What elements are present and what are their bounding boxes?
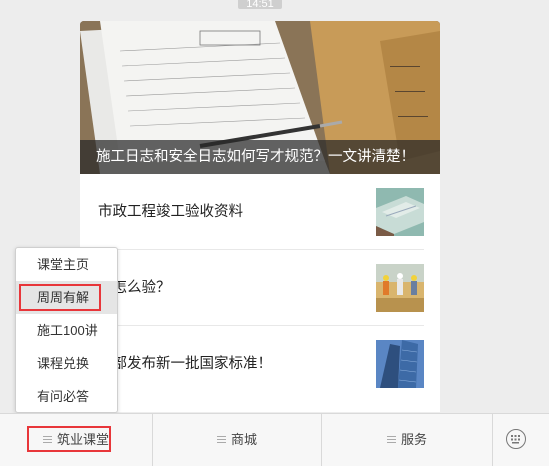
menu-item-label: 有问必答 bbox=[37, 389, 90, 404]
time-badge: 14:51 bbox=[238, 0, 282, 9]
highlight-box bbox=[19, 284, 101, 311]
tab-mall[interactable]: 商城 bbox=[153, 414, 321, 466]
divider bbox=[492, 414, 493, 466]
tab-label: 商城 bbox=[230, 432, 257, 447]
list-item[interactable]: 市政工程竣工验收资料 bbox=[96, 174, 424, 250]
bottom-menu-bar: 筑业课堂 商城 服务 bbox=[0, 413, 549, 466]
list-item-title: 市政工程竣工验收资料 bbox=[98, 204, 243, 220]
highlight-box bbox=[27, 426, 111, 452]
skyscraper-image bbox=[376, 340, 424, 388]
menu-lines-icon bbox=[386, 436, 396, 444]
menu-lines-icon bbox=[216, 436, 226, 444]
menu-item-100-lectures[interactable]: 施工100讲 bbox=[16, 314, 117, 347]
workers-site-image bbox=[376, 264, 424, 312]
list-item-title: 建部发布新一批国家标准！ bbox=[98, 356, 272, 372]
hero-title: 施工日志和安全日志如何写才规范？一文讲清楚！ bbox=[80, 140, 440, 174]
classroom-menu-popup: 课堂主页 周周有解 施工100讲 课程兑换 有问必答 bbox=[15, 247, 118, 413]
keyboard-icon[interactable] bbox=[506, 429, 526, 449]
menu-item-home[interactable]: 课堂主页 bbox=[16, 248, 117, 281]
menu-item-qa[interactable]: 有问必答 bbox=[16, 380, 117, 413]
construction-blocks-image bbox=[376, 188, 424, 236]
tab-service[interactable]: 服务 bbox=[322, 414, 492, 466]
article-card: 施工日志和安全日志如何写才规范？一文讲清楚！ 市政工程竣工验收资料 槽怎么验？ bbox=[80, 21, 440, 412]
tab-label: 服务 bbox=[400, 432, 427, 447]
hero-article[interactable]: 施工日志和安全日志如何写才规范？一文讲清楚！ bbox=[80, 21, 440, 174]
list-item[interactable]: 槽怎么验？ bbox=[96, 250, 424, 326]
menu-item-label: 课堂主页 bbox=[37, 257, 90, 272]
menu-item-label: 施工100讲 bbox=[37, 323, 98, 338]
menu-item-redeem[interactable]: 课程兑换 bbox=[16, 347, 117, 380]
list-item[interactable]: 建部发布新一批国家标准！ bbox=[96, 326, 424, 402]
menu-item-weekly[interactable]: 周周有解 bbox=[16, 281, 117, 314]
menu-item-label: 课程兑换 bbox=[37, 356, 90, 371]
